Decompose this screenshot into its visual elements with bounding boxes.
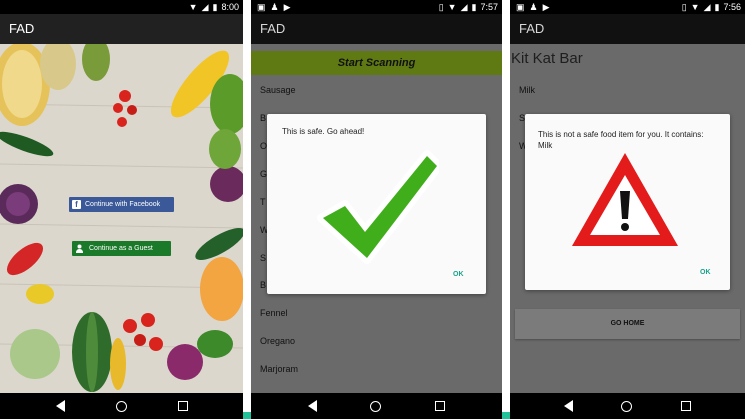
- status-bar: ▣ ♟ ▶ ▯ ▼ ◢ ▮ 7:56: [510, 0, 745, 14]
- facebook-button-label: Continue with Facebook: [85, 201, 161, 208]
- safe-result-screen: ▣ ♟ ▶ ▯ ▼ ◢ ▮ 7:57 FAD Start Scanning Sa…: [251, 0, 502, 419]
- unsafe-result-screen: ▣ ♟ ▶ ▯ ▼ ◢ ▮ 7:56 FAD Kit Kat Bar Milk …: [510, 0, 745, 419]
- image-notification-icon: ▣: [516, 2, 525, 12]
- person-icon: [75, 244, 84, 253]
- guest-button-label: Continue as a Guest: [89, 245, 153, 252]
- list-item: T: [260, 197, 266, 207]
- list-item: G: [260, 169, 268, 179]
- back-icon[interactable]: [307, 400, 317, 412]
- app-title: FAD: [260, 21, 286, 36]
- list-item: B: [260, 280, 267, 290]
- app-title: FAD: [519, 21, 545, 36]
- recent-apps-icon[interactable]: [680, 401, 691, 411]
- play-notification-icon: ▶: [542, 2, 550, 12]
- vegetables-background-image: [0, 44, 243, 393]
- list-item: Milk: [519, 85, 535, 95]
- ok-button[interactable]: OK: [453, 271, 464, 278]
- recent-apps-icon[interactable]: [177, 401, 188, 411]
- status-bar: ▼ ◢ ▮ 8:00: [0, 0, 243, 14]
- status-bar: ▣ ♟ ▶ ▯ ▼ ◢ ▮ 7:57: [251, 0, 502, 14]
- wifi-icon: ▼: [188, 1, 198, 12]
- checkmark-icon: [317, 150, 439, 264]
- dialog-message: This is not a safe food item for you. It…: [538, 130, 704, 150]
- list-item: Sausage: [260, 85, 296, 95]
- status-time: 7:56: [723, 2, 741, 12]
- product-title: Kit Kat Bar: [511, 50, 583, 67]
- dialog-message: This is safe. Go ahead!: [282, 127, 365, 136]
- login-screen: ▼ ◢ ▮ 8:00 FAD f Continue with Facebook …: [0, 0, 243, 419]
- app-title: FAD: [9, 21, 35, 36]
- list-item: S: [260, 253, 267, 263]
- navigation-bar: [251, 393, 502, 419]
- warning-icon: [572, 153, 678, 246]
- start-scanning-button[interactable]: Start Scanning: [251, 51, 502, 75]
- list-item: Oregano: [260, 336, 296, 346]
- screen-gap: [243, 0, 251, 419]
- status-time: 8:00: [221, 2, 239, 12]
- list-item: Marjoram: [260, 364, 299, 374]
- back-icon[interactable]: [55, 400, 65, 412]
- status-time: 7:57: [480, 2, 498, 12]
- navigation-bar: [510, 393, 745, 419]
- image-notification-icon: ▣: [257, 2, 266, 12]
- battery-icon: ▮: [714, 1, 720, 12]
- home-icon[interactable]: [621, 400, 633, 412]
- vibrate-icon: ▯: [438, 1, 444, 12]
- battery-icon: ▮: [212, 1, 218, 12]
- android-notification-icon: ♟: [270, 2, 279, 12]
- app-bar: FAD: [251, 14, 502, 44]
- facebook-icon: f: [72, 200, 81, 209]
- app-bar: FAD: [0, 14, 243, 44]
- app-bar: FAD: [510, 14, 745, 44]
- vibrate-icon: ▯: [681, 1, 687, 12]
- safe-dialog: This is safe. Go ahead! OK: [267, 114, 486, 294]
- wifi-icon: ▼: [447, 1, 457, 12]
- unsafe-dialog: This is not a safe food item for you. It…: [525, 114, 730, 290]
- screen-gap: [502, 0, 510, 419]
- wifi-icon: ▼: [690, 1, 700, 12]
- android-notification-icon: ♟: [529, 2, 538, 12]
- list-item: O: [260, 141, 268, 151]
- play-notification-icon: ▶: [283, 2, 291, 12]
- list-item: Fennel: [260, 308, 288, 318]
- back-icon[interactable]: [564, 400, 574, 412]
- battery-icon: ▮: [471, 1, 477, 12]
- list-item: B: [260, 113, 267, 123]
- home-icon[interactable]: [115, 400, 127, 412]
- continue-with-facebook-button[interactable]: f Continue with Facebook: [69, 197, 174, 212]
- home-icon[interactable]: [370, 400, 382, 412]
- continue-as-guest-button[interactable]: Continue as a Guest: [72, 241, 171, 256]
- signal-icon: ◢: [201, 1, 209, 12]
- recent-apps-icon[interactable]: [435, 401, 446, 411]
- signal-icon: ◢: [703, 1, 711, 12]
- go-home-button[interactable]: GO HOME: [515, 309, 740, 339]
- navigation-bar: [0, 393, 243, 419]
- ok-button[interactable]: OK: [700, 269, 711, 276]
- signal-icon: ◢: [460, 1, 468, 12]
